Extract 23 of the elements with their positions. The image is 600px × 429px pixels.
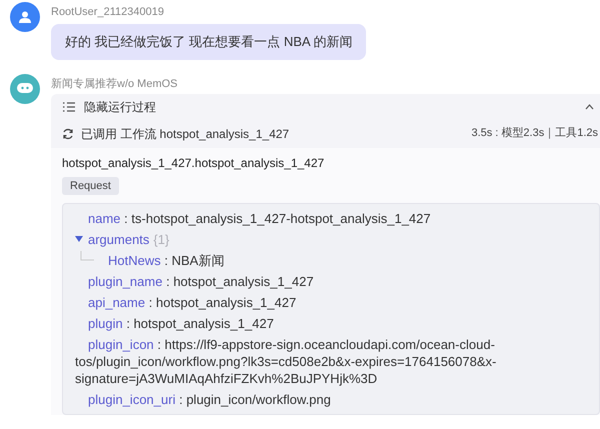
refresh-icon <box>62 128 74 140</box>
timing-text: 3.5s : 模型2.3s｜工具1.2s <box>471 126 598 142</box>
person-icon <box>19 11 31 23</box>
list-icon <box>63 102 75 112</box>
author-name: 新闻专属推荐w/o MemOS <box>51 76 179 90</box>
chevron-icon[interactable] <box>585 104 594 110</box>
param-line: plugin : hotspot_analysis_1_427 <box>87 314 275 333</box>
tree-line-icon <box>80 250 94 260</box>
chat-bubble-icon <box>17 82 33 94</box>
toggle-process-button[interactable]: 隐藏运行过程 <box>84 98 156 116</box>
message-bubble: 好的 我已经做完饭了 现在想要看一点 NBA 的新闻 <box>51 24 366 60</box>
param-line: name : ts-hotspot_analysis_1_427-hotspot_analysis_1_427 <box>87 210 432 228</box>
param-key: arguments <box>88 230 150 248</box>
param-line: api_name : hotspot_analysis_1_427 <box>87 294 298 312</box>
caret-icon[interactable] <box>75 236 83 242</box>
param-line: plugin_name : hotspot_analysis_1_427 <box>87 272 315 291</box>
call-summary: 已调用 工作流 hotspot_analysis_1_427 <box>81 126 290 142</box>
author-name: RootUser_2112340019 <box>51 5 165 19</box>
request-tab[interactable]: Request <box>62 176 119 195</box>
call-title: hotspot_analysis_1_427.hotspot_analysis_1_427 <box>62 154 326 170</box>
param-count: {1} <box>153 230 170 248</box>
param-line: HotNews : NBA新闻 <box>107 252 226 270</box>
param-line: plugin_icon_uri : plugin_icon/workflow.png <box>87 390 332 409</box>
